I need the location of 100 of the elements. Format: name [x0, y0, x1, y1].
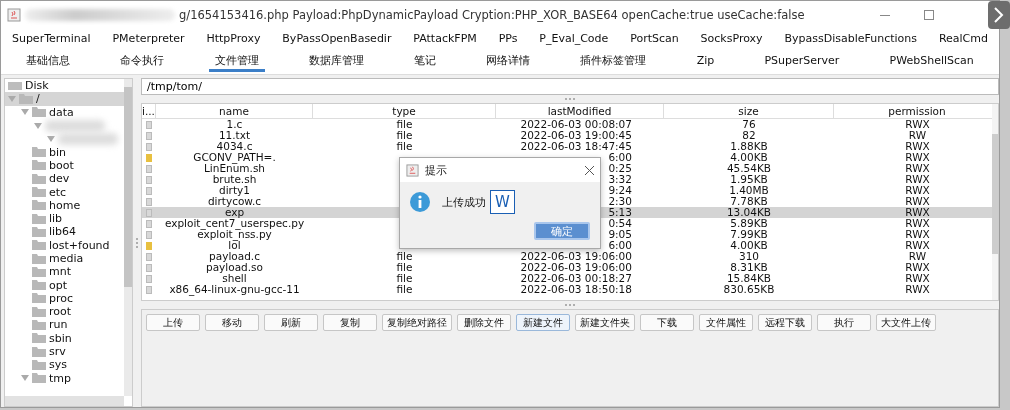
plugin-tab[interactable]: P_Eval_Code — [533, 29, 615, 50]
expand-arrow-icon[interactable] — [21, 375, 29, 382]
tree-item[interactable]: lib — [49, 212, 63, 226]
folder-icon — [32, 213, 46, 224]
tree-item[interactable]: boot — [49, 158, 74, 172]
plugin-tab[interactable]: ByPassOpenBasedir — [276, 29, 398, 50]
action-button[interactable]: 复制 — [323, 314, 377, 331]
column-header[interactable]: name — [156, 104, 313, 119]
tree-item[interactable]: lib64 — [49, 225, 77, 239]
vertical-scrollbar[interactable] — [992, 104, 998, 300]
action-button[interactable]: 下载 — [640, 314, 694, 331]
action-button[interactable]: 新建文件夹 — [575, 314, 635, 331]
tree-item[interactable]: media — [49, 252, 84, 265]
action-button[interactable]: 远程下载 — [758, 314, 812, 331]
folder-icon — [32, 320, 46, 330]
action-button[interactable]: 刷新 — [264, 314, 318, 331]
splitter-handle-icon[interactable] — [136, 236, 138, 249]
tab[interactable]: 文件管理 — [208, 52, 265, 72]
table-cell: dirty1 — [219, 184, 250, 196]
action-button[interactable]: 新建文件 — [516, 314, 570, 331]
plugin-tab[interactable]: PPs — [492, 29, 524, 50]
vertical-scrollbar[interactable] — [124, 79, 132, 396]
chevron-right-icon[interactable] — [988, 1, 1010, 29]
table-cell: 2022-06-03 18:50:18 — [520, 283, 632, 295]
close-icon[interactable] — [585, 165, 594, 175]
table-cell: RWX — [905, 140, 930, 152]
tree-item[interactable]: home — [49, 198, 81, 212]
table-cell: file — [396, 118, 413, 130]
plugin-tab[interactable]: SocksProxy — [694, 29, 769, 50]
table-cell: RWX — [905, 283, 930, 295]
table-cell: 1.95KB — [730, 173, 768, 185]
tree-item[interactable]: srv — [49, 345, 66, 359]
tree-item[interactable]: mnt — [49, 265, 71, 279]
tree-item[interactable]: tmp — [49, 371, 71, 385]
table-cell: 2022-06-03 18:47:45 — [520, 140, 632, 152]
action-button[interactable]: 大文件上传 — [876, 314, 936, 331]
expand-arrow-icon[interactable] — [8, 95, 16, 102]
tab[interactable]: 基础信息 — [20, 52, 77, 72]
tree-item[interactable]: Disk — [25, 79, 49, 93]
dialog-title: 提示 — [425, 162, 448, 178]
tree-item[interactable]: bin — [49, 145, 66, 159]
column-header[interactable]: size — [664, 104, 834, 119]
tree-item[interactable]: data — [49, 105, 74, 119]
tree-item[interactable]: opt — [49, 278, 68, 292]
tree-item[interactable]: lost+found — [49, 238, 110, 252]
horizontal-scrollbar[interactable] — [5, 396, 124, 406]
action-button[interactable]: 文件属性 — [699, 314, 753, 331]
tab[interactable]: Zip — [690, 52, 721, 72]
action-button[interactable]: 上传 — [146, 314, 200, 331]
tree-item[interactable]: proc — [49, 291, 74, 305]
plugin-tab[interactable]: RealCmd — [932, 29, 994, 50]
table-cell: 0:54 — [608, 217, 632, 229]
tree-item[interactable]: sbin — [49, 331, 72, 345]
plugin-tab[interactable]: PAttackFPM — [407, 29, 483, 50]
info-icon — [410, 192, 430, 212]
column-header[interactable]: lastModified — [496, 104, 664, 119]
table-cell: 1.88KB — [730, 140, 768, 152]
expand-arrow-icon[interactable] — [21, 109, 29, 116]
table-cell: exp — [224, 206, 245, 218]
blurred-patch — [45, 119, 105, 132]
expand-arrow-icon[interactable] — [34, 122, 42, 129]
tab[interactable]: 命令执行 — [114, 52, 171, 72]
table-cell: RWX — [905, 206, 930, 218]
plugin-tab[interactable]: HttpProxy — [200, 29, 267, 50]
maximize-icon[interactable] — [924, 10, 934, 20]
tab[interactable]: 网络详情 — [480, 52, 537, 72]
action-button[interactable]: 删除文件 — [457, 314, 511, 331]
table-cell: 310 — [738, 250, 759, 262]
tab[interactable]: 数据库管理 — [302, 52, 370, 72]
column-header[interactable]: type — [313, 104, 496, 119]
tree-item[interactable]: etc — [49, 185, 67, 199]
plugin-tab[interactable]: SuperTerminal — [5, 29, 97, 50]
tab[interactable]: 笔记 — [408, 52, 442, 72]
tab[interactable]: PSuperServer — [758, 52, 846, 72]
splitter-handle-icon[interactable] — [564, 98, 576, 100]
expand-arrow-icon[interactable] — [47, 135, 55, 142]
folder-icon — [32, 160, 46, 171]
action-button[interactable]: 移动 — [205, 314, 259, 331]
tree-item[interactable]: dev — [49, 172, 70, 186]
table-cell: 6:00 — [608, 239, 632, 251]
tab[interactable]: 插件标签管理 — [574, 52, 653, 72]
tree-item[interactable]: run — [49, 318, 68, 332]
column-header[interactable]: i... — [142, 104, 156, 119]
tree-item[interactable]: sys — [49, 358, 67, 372]
folder-icon — [32, 200, 46, 211]
splitter-handle-icon[interactable] — [564, 304, 576, 306]
plugin-tab[interactable]: BypassDisableFunctions — [778, 29, 924, 50]
plugin-tab[interactable]: PMeterpreter — [106, 29, 191, 50]
folder-icon — [32, 346, 46, 357]
action-button[interactable]: 复制绝对路径 — [382, 314, 452, 331]
plugin-tab[interactable]: PortScan — [624, 29, 685, 50]
folder-icon — [32, 359, 46, 370]
tree-item[interactable]: / — [36, 92, 40, 106]
minimize-icon[interactable] — [880, 14, 890, 16]
tab[interactable]: PWebShellScan — [883, 52, 980, 72]
path-field[interactable]: /tmp/tom/ — [141, 78, 999, 95]
table-cell: RWX — [905, 184, 930, 196]
tree-item[interactable]: root — [49, 305, 72, 319]
folder-icon — [32, 173, 46, 184]
action-button[interactable]: 执行 — [817, 314, 871, 331]
